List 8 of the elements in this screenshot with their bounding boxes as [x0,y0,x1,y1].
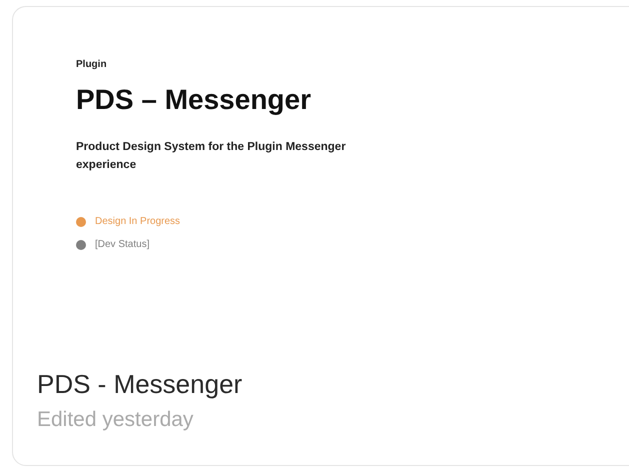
thumbnail-description: Product Design System for the Plugin Messenger experience [76,140,346,173]
edited-time: Edited yesterday [37,408,194,432]
status-label: [Dev Status] [95,239,150,250]
file-card[interactable]: Plugin PDS – Messenger Product Design System for the Plugin Messenger experience Design In Progress [Dev Status] PDS - Messenger Edited yesterday [12,6,629,466]
file-name: PDS - Messenger [37,369,244,400]
status-label: Design In Progress [95,216,180,227]
thumbnail-label: Plugin [76,59,108,70]
thumbnail-title: PDS – Messenger [76,84,312,116]
